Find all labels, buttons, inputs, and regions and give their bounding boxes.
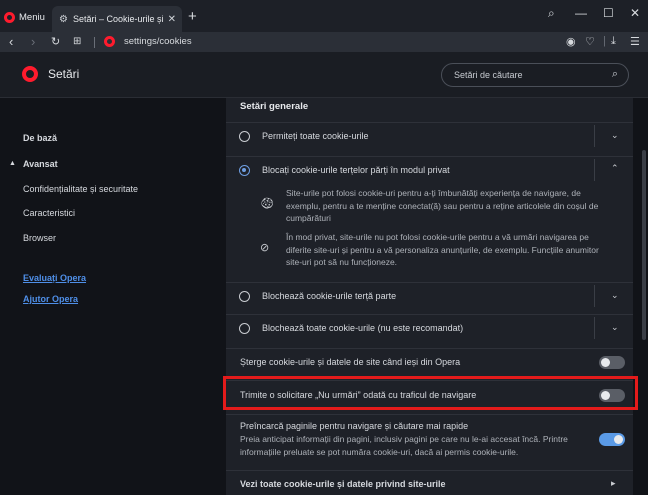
search-placeholder: Setări de căutare (454, 70, 523, 80)
tab-search-icon[interactable]: ⌕ (548, 6, 555, 21)
sidebar-link-help[interactable]: Ajutor Opera (23, 294, 78, 304)
scrollbar[interactable] (642, 150, 646, 340)
chevron-down-icon[interactable]: ⌄ (611, 290, 619, 301)
camera-icon[interactable]: ◉ (566, 35, 576, 48)
tab-close-icon[interactable]: ✕ (168, 14, 176, 25)
menu-label: Meniu (19, 11, 45, 23)
sidebar-item-privacy[interactable]: Confidențialitate și securitate (23, 184, 138, 194)
sidebar-link-rate[interactable]: Evaluați Opera (23, 273, 86, 283)
url-field[interactable]: settings/cookies (124, 36, 192, 47)
opera-logo-icon (4, 11, 15, 23)
clear-on-exit-toggle[interactable] (599, 356, 625, 369)
caret-up-icon: ▲ (9, 160, 16, 167)
new-tab-button[interactable]: + (188, 8, 197, 25)
radio-block-third-party[interactable] (239, 291, 250, 302)
back-button[interactable]: ‹ (9, 34, 13, 49)
radio-allow-all[interactable] (239, 131, 250, 142)
option-block-third-party[interactable]: Blochează cookie-urile terță parte ⌄ (226, 282, 633, 310)
easy-setup-icon[interactable]: ☰ (630, 35, 640, 48)
toggle-row-preload[interactable]: Preîncarcă paginile pentru navigare și c… (226, 414, 633, 464)
highlight-frame (223, 376, 638, 410)
row-divider (594, 125, 595, 147)
option-block-all[interactable]: Blochează toate cookie-urile (nu este re… (226, 314, 633, 342)
preload-toggle[interactable] (599, 433, 625, 446)
download-icon[interactable]: ⤓ (611, 35, 616, 48)
detail-text: În mod privat, site-urile nu pot folosi … (286, 232, 599, 267)
option-block-third-party-private[interactable]: Blocați cookie-urile terțelor părți în m… (226, 156, 633, 276)
tab-settings[interactable]: ⚙ Setări – Cookie-urile și alte ✕ (52, 6, 182, 32)
sidebar-item-features[interactable]: Caracteristici (23, 208, 75, 218)
cookie-icon: 🍪︎ (260, 198, 274, 210)
toggle-description: Preia anticipat informații din pagini, i… (240, 434, 568, 457)
sidebar-item-browser[interactable]: Browser (23, 233, 56, 243)
address-divider (94, 37, 95, 48)
toggle-label: Șterge cookie-urile și datele de site câ… (240, 357, 461, 367)
forward-button[interactable]: › (31, 34, 35, 49)
toggle-label: Preîncarcă paginile pentru navigare și c… (240, 421, 469, 431)
toolbar-divider: | (603, 35, 606, 47)
option-label: Blochează toate cookie-urile (nu este re… (262, 323, 464, 333)
radio-block-third-party-private[interactable] (239, 165, 250, 176)
see-all-cookies-row[interactable]: Vezi toate cookie-urile și datele privin… (226, 470, 633, 495)
row-divider (594, 285, 595, 307)
option-label: Permiteți toate cookie-urile (262, 131, 369, 141)
sidebar: De bază ▲ Avansat Confidențialitate și s… (0, 98, 160, 495)
tab-title: Setări – Cookie-urile și alte (72, 14, 163, 24)
see-all-label: Vezi toate cookie-urile și datele privin… (240, 479, 446, 489)
option-allow-all[interactable]: Permiteți toate cookie-urile ⌄ (226, 122, 633, 149)
opera-menu-button[interactable]: Meniu (4, 7, 45, 27)
minimize-button[interactable]: — (575, 6, 587, 20)
settings-search-input[interactable]: Setări de căutare ⌕ (441, 63, 629, 87)
row-divider (594, 317, 595, 339)
settings-content: Setări generale Permiteți toate cookie-u… (160, 98, 648, 495)
settings-opera-logo-icon (22, 66, 38, 82)
chevron-right-icon[interactable]: ▸ (611, 478, 616, 489)
row-divider (594, 159, 595, 181)
close-window-button[interactable]: ✕ (630, 6, 640, 20)
block-icon: ⊘ (260, 242, 270, 254)
detail-text: Site-urile pot folosi cookie-uri pentru … (286, 188, 599, 223)
maximize-button[interactable]: ☐ (603, 6, 614, 20)
sidebar-item-basic[interactable]: De bază (23, 133, 57, 143)
reload-icon[interactable]: ↻ (51, 35, 60, 48)
address-bar: ‹ › ↻ ⊞ settings/cookies ◉ ♡ | ⤓ ☰ (0, 32, 648, 52)
sidebar-item-advanced[interactable]: Avansat (23, 159, 58, 169)
radio-block-all[interactable] (239, 323, 250, 334)
option-label: Blocați cookie-urile terțelor părți în m… (262, 165, 450, 175)
heart-icon[interactable]: ♡ (585, 35, 595, 48)
section-title: Setări generale (240, 101, 309, 112)
url-opera-icon (104, 36, 115, 47)
page-title: Setări (48, 67, 80, 81)
toggle-row-clear-on-exit[interactable]: Șterge cookie-urile și datele de site câ… (226, 348, 633, 376)
cookies-card: Setări generale Permiteți toate cookie-u… (226, 98, 633, 495)
option-label: Blochează cookie-urile terță parte (262, 291, 397, 301)
tab-strip: Meniu ⚙ Setări – Cookie-urile și alte ✕ … (0, 0, 648, 32)
search-icon: ⌕ (611, 68, 618, 80)
chevron-up-icon[interactable]: ⌃ (611, 163, 619, 174)
tabs-grid-icon[interactable]: ⊞ (73, 36, 81, 47)
chevron-down-icon[interactable]: ⌄ (611, 322, 619, 333)
chevron-down-icon[interactable]: ⌄ (611, 130, 619, 141)
gear-icon: ⚙ (59, 13, 68, 25)
settings-header: Setări Setări de căutare ⌕ (0, 52, 648, 98)
